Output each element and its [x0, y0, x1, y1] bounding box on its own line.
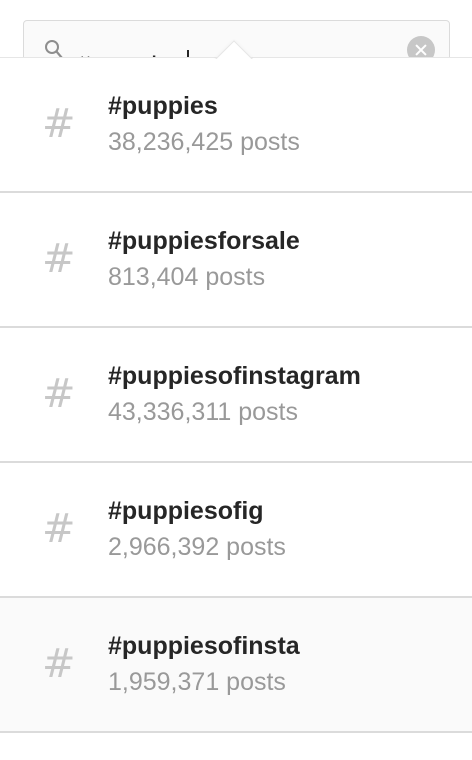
post-count: 2,966,392 posts	[108, 533, 286, 561]
hashtag-result-item[interactable]: # #puppiesofinstagram 43,336,311 posts	[0, 328, 472, 463]
hashtag-result-item[interactable]: # #puppiesforsale 813,404 posts	[0, 193, 472, 328]
hashtag-name: #puppiesofinstagram	[108, 362, 361, 390]
hashtag-icon: #	[42, 506, 76, 552]
dropdown-pointer	[213, 39, 253, 59]
search-page: #puppies # #puppies 38,236,425 posts # #…	[0, 0, 472, 760]
hashtag-icon: #	[42, 641, 76, 687]
post-count: 813,404 posts	[108, 263, 266, 291]
hashtag-result-item[interactable]: # #puppies 38,236,425 posts	[0, 58, 472, 193]
hashtag-name: #puppiesofig	[108, 497, 264, 525]
post-count: 1,959,371 posts	[108, 668, 286, 696]
hashtag-icon: #	[42, 371, 76, 417]
hashtag-name: #puppiesforsale	[108, 227, 300, 255]
search-results-dropdown: # #puppies 38,236,425 posts # #puppiesfo…	[0, 57, 472, 760]
post-count: 38,236,425 posts	[108, 128, 300, 156]
hashtag-name: #puppies	[108, 92, 218, 120]
search-results-list: # #puppies 38,236,425 posts # #puppiesfo…	[0, 58, 472, 733]
hashtag-result-item[interactable]: # #puppiesofig 2,966,392 posts	[0, 463, 472, 598]
post-count: 43,336,311 posts	[108, 398, 298, 426]
hashtag-name: #puppiesofinsta	[108, 632, 300, 660]
hashtag-result-item[interactable]: # #puppiesofinsta 1,959,371 posts	[0, 598, 472, 733]
hashtag-icon: #	[42, 236, 76, 282]
hashtag-icon: #	[42, 101, 76, 147]
